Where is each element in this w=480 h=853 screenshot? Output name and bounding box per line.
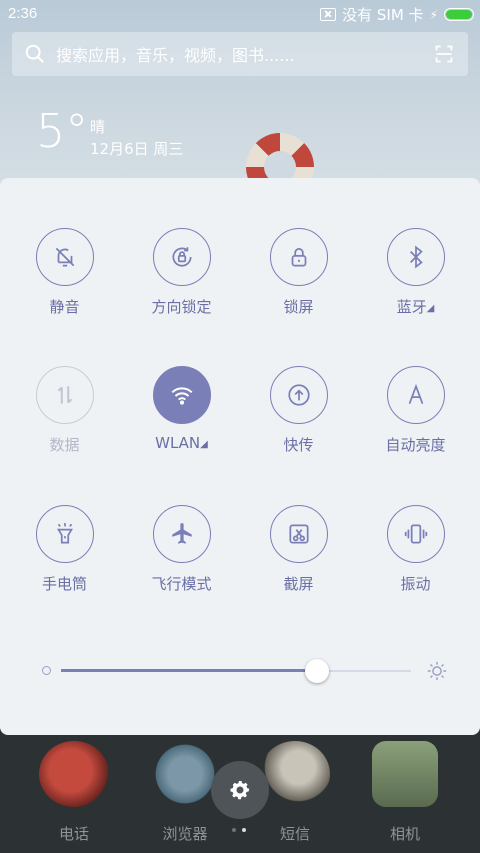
toggle-bluetooth-button[interactable] (386, 228, 445, 286)
toggle-bluetooth[interactable]: 蓝牙◢ (357, 228, 474, 317)
brightness-high-icon (427, 661, 447, 681)
dock-app-camera[interactable]: 相机 (355, 741, 455, 844)
charging-bolt-icon: ⚡ (429, 7, 438, 22)
no-sim-icon (320, 8, 337, 21)
toggle-vibrate-button[interactable] (386, 505, 445, 563)
toggle-rotation-lock-button[interactable] (152, 228, 211, 286)
toggle-airplane-mode-button[interactable] (152, 505, 211, 563)
weather-temperature: 5° (36, 104, 89, 158)
brightness-slider[interactable] (40, 656, 448, 686)
auto-brightness-icon (408, 383, 423, 404)
gear-icon (230, 781, 250, 800)
toggle-wlan-label: WLAN◢ (123, 434, 240, 452)
scan-icon[interactable] (434, 44, 454, 64)
menu-corner-icon: ◢ (426, 303, 435, 314)
wifi-icon (171, 387, 192, 405)
toggle-flashlight[interactable]: 手电筒 (6, 505, 123, 594)
screenshot-icon (288, 524, 309, 544)
toggle-quick-transfer-label: 快传 (283, 436, 314, 454)
toggle-lock-screen-label: 锁屏 (283, 298, 314, 316)
toggle-screenshot[interactable]: 截屏 (240, 505, 357, 594)
toggle-rotation-lock-label: 方向锁定 (151, 298, 212, 316)
bell-off-icon (55, 247, 74, 267)
upload-icon (287, 384, 310, 406)
status-bar: 2:36 没有 SIM 卡 ⚡ (0, 0, 480, 28)
toggle-quick-transfer-button[interactable] (269, 366, 328, 424)
rotation-lock-icon (172, 247, 192, 267)
status-time: 2:36 (8, 5, 38, 22)
brightness-low-icon (42, 666, 51, 675)
search-icon (25, 44, 44, 63)
toggle-flashlight-button[interactable] (35, 505, 94, 563)
toggle-flashlight-label: 手电筒 (41, 575, 87, 593)
lock-icon (291, 248, 306, 267)
camera-app-icon (372, 741, 438, 807)
dock-app-phone[interactable]: 电话 (24, 741, 124, 844)
dock-app-label: 电话 (58, 825, 89, 843)
toggle-mobile-data-button[interactable] (35, 366, 94, 424)
sms-app-icon (260, 741, 330, 807)
brightness-handle[interactable] (304, 659, 329, 683)
data-arrows-icon (57, 386, 72, 404)
dock-app-label: 短信 (279, 825, 310, 843)
battery-icon (444, 8, 474, 21)
toggle-silent-button[interactable] (35, 228, 94, 286)
toggle-silent[interactable]: 静音 (6, 228, 123, 317)
search-bar[interactable]: 搜索应用，音乐，视频，图书...... (12, 32, 468, 76)
toggle-vibrate-label: 振动 (400, 575, 431, 593)
browser-app-icon (150, 741, 220, 807)
toggle-wlan[interactable]: WLAN◢ (123, 366, 240, 452)
toggle-bluetooth-label: 蓝牙◢ (357, 296, 474, 317)
vibrate-icon (404, 524, 427, 544)
toggle-mobile-data-label: 数据 (49, 436, 80, 454)
weather-widget[interactable]: 5° 晴 12月6日 周三 (36, 104, 183, 158)
bluetooth-icon (409, 245, 423, 269)
page-dot (232, 828, 236, 832)
toggle-quick-transfer[interactable]: 快传 (240, 366, 357, 455)
toggle-wlan-text: WLAN (155, 434, 201, 452)
toggle-wlan-button[interactable] (152, 366, 211, 424)
toggle-airplane-mode[interactable]: 飞行模式 (123, 505, 240, 594)
search-placeholder: 搜索应用，音乐，视频，图书...... (56, 46, 295, 65)
toggle-auto-brightness-button[interactable] (386, 366, 445, 424)
toggle-lock-screen[interactable]: 锁屏 (240, 228, 357, 317)
page-indicator (232, 828, 246, 832)
menu-corner-icon: ◢ (200, 439, 208, 450)
toggle-airplane-mode-label: 飞行模式 (151, 575, 212, 593)
flashlight-icon (56, 523, 73, 544)
toggle-rotation-lock[interactable]: 方向锁定 (123, 228, 240, 317)
phone-app-icon (39, 741, 109, 807)
toggle-screenshot-button[interactable] (269, 505, 328, 563)
toggle-mobile-data[interactable]: 数据 (6, 366, 123, 455)
dock-app-label: 相机 (389, 825, 420, 843)
dock-app-label: 浏览器 (162, 825, 208, 843)
toggle-screenshot-label: 截屏 (283, 575, 314, 593)
toggle-auto-brightness[interactable]: 自动亮度 (357, 366, 474, 455)
toggle-lock-screen-button[interactable] (269, 228, 328, 286)
sim-status-text: 没有 SIM 卡 (342, 6, 424, 24)
toggle-bluetooth-text: 蓝牙 (396, 298, 427, 316)
toggle-auto-brightness-label: 自动亮度 (385, 436, 446, 454)
wallpaper (0, 0, 480, 200)
weather-condition: 晴 (90, 118, 106, 136)
quick-settings-panel: 静音 方向锁定 锁屏 蓝牙◢ 数据 WLAN◢ 快传 自动亮度 手电筒 飞行模式… (0, 178, 480, 735)
toggle-silent-label: 静音 (49, 298, 80, 316)
weather-date: 12月6日 周三 (90, 140, 184, 158)
page-dot-active (242, 828, 246, 832)
settings-button[interactable] (211, 761, 269, 819)
toggle-vibrate[interactable]: 振动 (357, 505, 474, 594)
airplane-icon (171, 523, 192, 544)
brightness-fill (61, 669, 317, 672)
